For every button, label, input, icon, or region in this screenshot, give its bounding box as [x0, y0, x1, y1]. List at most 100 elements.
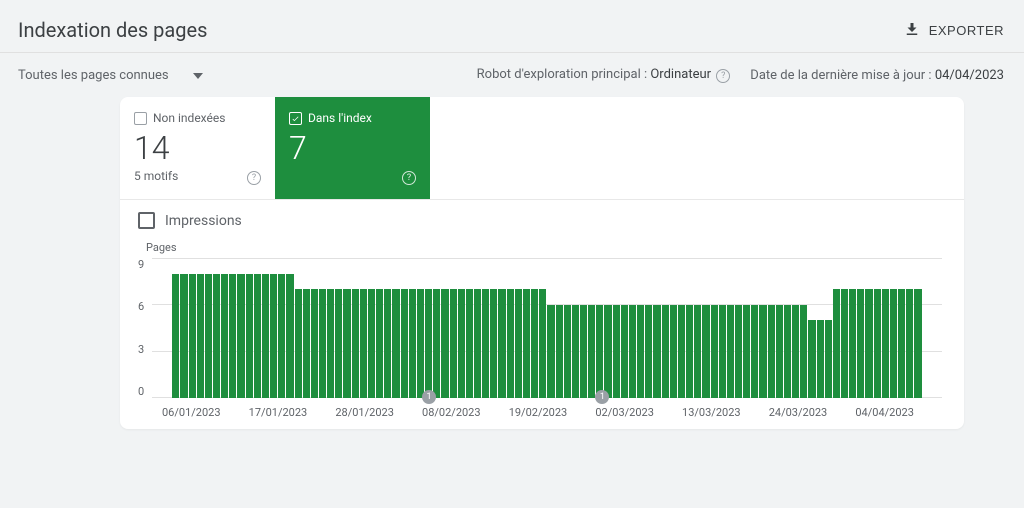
- bar[interactable]: [392, 289, 399, 398]
- bar[interactable]: [882, 289, 889, 398]
- bar[interactable]: [319, 289, 326, 398]
- bar[interactable]: [507, 289, 514, 398]
- bar[interactable]: [833, 289, 840, 398]
- bar[interactable]: [670, 305, 677, 398]
- bar[interactable]: [613, 305, 620, 398]
- bar[interactable]: [335, 289, 342, 398]
- filter-dropdown[interactable]: Toutes les pages connues: [18, 68, 203, 83]
- bar[interactable]: [621, 305, 628, 398]
- help-icon[interactable]: ?: [716, 69, 730, 83]
- bar[interactable]: [311, 289, 318, 398]
- tab-non-indexed[interactable]: Non indexées 14 5 motifs ?: [120, 97, 275, 199]
- bar[interactable]: [531, 289, 538, 398]
- bar[interactable]: [425, 289, 432, 398]
- bar[interactable]: [547, 305, 554, 398]
- bar[interactable]: [759, 305, 766, 398]
- bar[interactable]: [229, 274, 236, 398]
- bar[interactable]: [360, 289, 367, 398]
- bar[interactable]: [515, 289, 522, 398]
- bar[interactable]: [629, 305, 636, 398]
- bar[interactable]: [743, 305, 750, 398]
- bar[interactable]: [898, 289, 905, 398]
- bar[interactable]: [539, 289, 546, 398]
- bar[interactable]: [637, 305, 644, 398]
- bar[interactable]: [817, 320, 824, 398]
- bar[interactable]: [776, 305, 783, 398]
- bar[interactable]: [376, 289, 383, 398]
- bar[interactable]: [474, 289, 481, 398]
- bar[interactable]: [735, 305, 742, 398]
- help-icon[interactable]: ?: [402, 171, 416, 185]
- bar[interactable]: [727, 305, 734, 398]
- event-marker-icon[interactable]: 1: [422, 390, 436, 404]
- impressions-checkbox[interactable]: [138, 212, 155, 229]
- event-marker-icon[interactable]: 1: [595, 390, 609, 404]
- bar[interactable]: [490, 289, 497, 398]
- bar[interactable]: [800, 305, 807, 398]
- bar[interactable]: [849, 289, 856, 398]
- bar[interactable]: [711, 305, 718, 398]
- bar[interactable]: [874, 289, 881, 398]
- bar[interactable]: [433, 289, 440, 398]
- bar[interactable]: [262, 274, 269, 398]
- bar[interactable]: [458, 289, 465, 398]
- bar[interactable]: [303, 289, 310, 398]
- bar[interactable]: [572, 305, 579, 398]
- bar[interactable]: [890, 289, 897, 398]
- bar[interactable]: [523, 289, 530, 398]
- bar[interactable]: [857, 289, 864, 398]
- bar[interactable]: [702, 305, 709, 398]
- bar[interactable]: [580, 305, 587, 398]
- bar[interactable]: [417, 289, 424, 398]
- bar[interactable]: [180, 274, 187, 398]
- bar[interactable]: [694, 305, 701, 398]
- bar[interactable]: [564, 305, 571, 398]
- export-button[interactable]: EXPORTER: [903, 20, 1004, 41]
- bar[interactable]: [401, 289, 408, 398]
- bar[interactable]: [906, 289, 913, 398]
- bar[interactable]: [343, 289, 350, 398]
- bar[interactable]: [246, 274, 253, 398]
- bar[interactable]: [205, 274, 212, 398]
- bar[interactable]: [719, 305, 726, 398]
- bar[interactable]: [841, 289, 848, 398]
- bar[interactable]: [784, 305, 791, 398]
- bar[interactable]: [295, 289, 302, 398]
- bar[interactable]: [662, 305, 669, 398]
- bar[interactable]: [914, 289, 921, 398]
- bar[interactable]: [482, 289, 489, 398]
- bar[interactable]: [278, 274, 285, 398]
- bar[interactable]: [466, 289, 473, 398]
- bar[interactable]: [645, 305, 652, 398]
- bar[interactable]: [327, 289, 334, 398]
- bar[interactable]: [498, 289, 505, 398]
- bar[interactable]: [604, 305, 611, 398]
- bar[interactable]: [221, 274, 228, 398]
- bar[interactable]: [865, 289, 872, 398]
- bar[interactable]: [237, 274, 244, 398]
- bar[interactable]: [678, 305, 685, 398]
- bar[interactable]: [596, 305, 603, 398]
- bar[interactable]: [686, 305, 693, 398]
- bar[interactable]: [441, 289, 448, 398]
- bar[interactable]: [808, 320, 815, 398]
- tab-indexed[interactable]: Dans l'index 7 ?: [275, 97, 430, 199]
- bar[interactable]: [588, 305, 595, 398]
- bar[interactable]: [213, 274, 220, 398]
- bar[interactable]: [270, 274, 277, 398]
- bar[interactable]: [286, 274, 293, 398]
- help-icon[interactable]: ?: [247, 171, 261, 185]
- bar[interactable]: [254, 274, 261, 398]
- bar[interactable]: [768, 305, 775, 398]
- bar[interactable]: [792, 305, 799, 398]
- bar[interactable]: [172, 274, 179, 398]
- bar[interactable]: [368, 289, 375, 398]
- bar[interactable]: [751, 305, 758, 398]
- bar[interactable]: [197, 274, 204, 398]
- bar[interactable]: [653, 305, 660, 398]
- bar[interactable]: [450, 289, 457, 398]
- bar[interactable]: [189, 274, 196, 398]
- bar[interactable]: [556, 305, 563, 398]
- bar[interactable]: [825, 320, 832, 398]
- bar[interactable]: [384, 289, 391, 398]
